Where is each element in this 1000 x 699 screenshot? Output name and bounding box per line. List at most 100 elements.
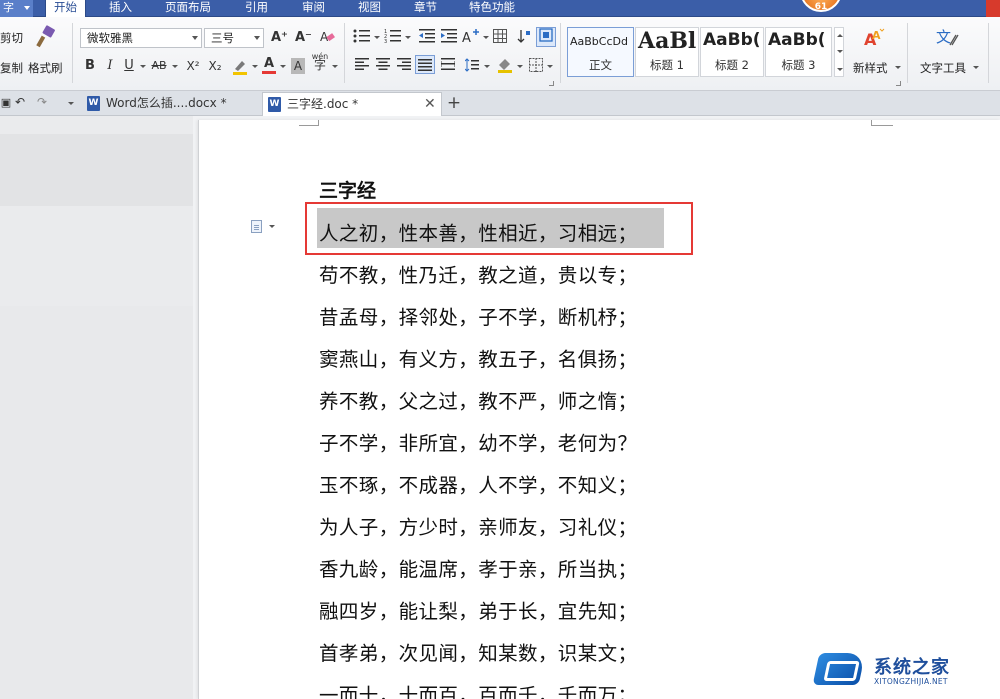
chevron-down-icon[interactable] [140,65,146,68]
chevron-down-icon[interactable] [332,65,338,68]
text-line[interactable]: 窦燕山，有义方，教五子，名俱扬； [319,343,637,372]
increase-indent-icon[interactable] [440,29,458,48]
text-line[interactable]: 一而十，十而百，百而千，千而万； [319,679,637,699]
chevron-down-icon[interactable] [483,36,489,39]
justify-icon[interactable] [415,55,435,74]
app-menu-button[interactable]: 字 [0,0,33,17]
subscript-button[interactable]: X₂ [206,58,224,74]
superscript-button[interactable]: X² [184,58,202,74]
text-line[interactable]: 苟不教，性乃迁，教之道，贵以专； [319,259,637,288]
document-page[interactable]: 三字经 人之初，性本善，性相近，习相远； 苟不教，性乃迁，教之道，贵以专； 昔孟… [198,120,1000,699]
dialog-launcher-icon[interactable] [549,81,554,86]
font-color-button[interactable]: A [262,57,276,74]
save-icon[interactable]: ▣ [0,95,12,111]
bullet-list-icon[interactable] [352,29,372,48]
tab-sanzijing[interactable]: W 三字经.doc * ✕ [262,92,442,116]
menu-home[interactable]: 开始 [45,0,86,17]
menu-special-features[interactable]: 特色功能 [469,0,515,17]
close-icon[interactable]: ✕ [424,93,436,115]
font-name-combo[interactable]: 微软雅黑 [80,28,202,48]
borders-icon[interactable] [528,58,544,77]
redo-icon[interactable]: ↷ [36,94,48,110]
chevron-down-icon[interactable] [837,68,843,71]
paragraph-layout-icon[interactable] [251,220,262,233]
clear-format-icon[interactable]: A [318,29,336,50]
style-label: 标题 2 [715,58,749,72]
style-heading-2[interactable]: AaBb( 标题 2 [700,27,764,77]
document-title[interactable]: 三字经 [319,176,376,203]
text-line[interactable]: 养不教，父之过，教不严，师之惰； [319,385,637,414]
text-line[interactable]: 首孝弟，次见闻，知某数，识某文； [319,637,637,666]
new-style-button[interactable]: 新样式 [853,60,888,76]
change-case-icon[interactable]: A [462,29,480,50]
chevron-down-icon[interactable] [68,102,74,105]
menu-view[interactable]: 视图 [358,0,381,17]
numbered-list-icon[interactable]: 123 [383,29,403,48]
chevron-up-icon[interactable] [837,34,843,37]
highlight-icon[interactable] [231,57,249,80]
chevron-down-icon[interactable] [269,225,275,228]
level-badge[interactable]: 61 [800,0,842,12]
chevron-down-icon[interactable] [252,65,258,68]
strikethrough-button[interactable]: AB [149,58,169,74]
chevron-down-icon[interactable] [280,65,286,68]
menu-review[interactable]: 审阅 [302,0,325,17]
copy-button[interactable]: 复制 [0,60,23,76]
chevron-down-icon[interactable] [517,65,523,68]
phonetic-guide-button[interactable]: wén 字 [311,52,329,71]
align-left-icon[interactable] [354,58,370,75]
chevron-down-icon[interactable] [973,66,979,69]
new-style-icon[interactable]: AA [862,27,886,51]
table-grid-icon[interactable] [492,29,508,48]
style-heading-1[interactable]: AaBl 标题 1 [635,27,699,77]
ribbon-divider [72,23,73,83]
decrease-indent-icon[interactable] [418,29,436,48]
char-shading-button[interactable]: A [291,58,305,74]
font-size-combo[interactable]: 三号 [204,28,264,48]
style-heading-3[interactable]: AaBb( 标题 3 [765,27,832,77]
undo-icon[interactable]: ↶ [14,94,26,110]
text-line[interactable]: 为人子，方少时，亲师友，习礼仪； [319,511,637,540]
menu-section[interactable]: 章节 [414,0,437,17]
underline-button[interactable]: U [122,58,136,74]
format-painter-button[interactable]: 格式刷 [28,60,63,76]
menu-insert[interactable]: 插入 [109,0,132,17]
text-tools-button[interactable]: 文字工具 [920,60,966,76]
shrink-font-button[interactable]: A⁻ [295,30,312,46]
tab-word-doc[interactable]: W Word怎么插....docx * [82,92,260,116]
show-marks-icon[interactable] [536,27,556,47]
dialog-launcher-icon[interactable] [896,81,901,86]
bold-button[interactable]: B [83,58,97,74]
chevron-down-icon[interactable] [254,36,260,40]
cut-button[interactable]: 剪切 [0,30,23,46]
line-spacing-icon[interactable] [464,58,480,77]
chevron-down-icon[interactable] [484,65,490,68]
chevron-down-icon[interactable] [374,36,380,39]
distributed-align-icon[interactable] [440,58,456,75]
window-control[interactable] [986,0,1000,17]
text-line[interactable]: 昔孟母，择邻处，子不学，断机杼； [319,301,637,330]
text-line[interactable]: 香九龄，能温席，孝于亲，所当执； [319,553,637,582]
text-line[interactable]: 玉不琢，不成器，人不学，不知义； [319,469,637,498]
styles-scroll[interactable] [834,27,844,77]
menu-references[interactable]: 引用 [245,0,268,17]
chevron-down-icon[interactable] [405,36,411,39]
style-normal[interactable]: AaBbCcDd 正文 [567,27,634,77]
chevron-down-icon[interactable] [837,50,843,53]
grow-font-button[interactable]: A⁺ [271,30,288,46]
menu-page-layout[interactable]: 页面布局 [165,0,211,17]
chevron-down-icon[interactable] [895,66,901,69]
text-line[interactable]: 融四岁，能让梨，弟于长，宜先知； [319,595,637,624]
chevron-down-icon[interactable] [192,36,198,40]
sort-icon[interactable] [516,29,532,48]
italic-button[interactable]: I [104,58,116,74]
text-line[interactable]: 子不学，非所宜，幼不学，老何为？ [319,427,637,456]
align-center-icon[interactable] [375,58,391,75]
shading-icon[interactable] [496,57,514,78]
new-tab-button[interactable]: + [446,95,462,112]
text-tools-icon[interactable]: 文 [934,27,960,51]
align-right-icon[interactable] [396,58,412,75]
chevron-down-icon[interactable] [547,65,553,68]
format-painter-icon[interactable] [34,25,58,51]
chevron-down-icon[interactable] [172,65,178,68]
